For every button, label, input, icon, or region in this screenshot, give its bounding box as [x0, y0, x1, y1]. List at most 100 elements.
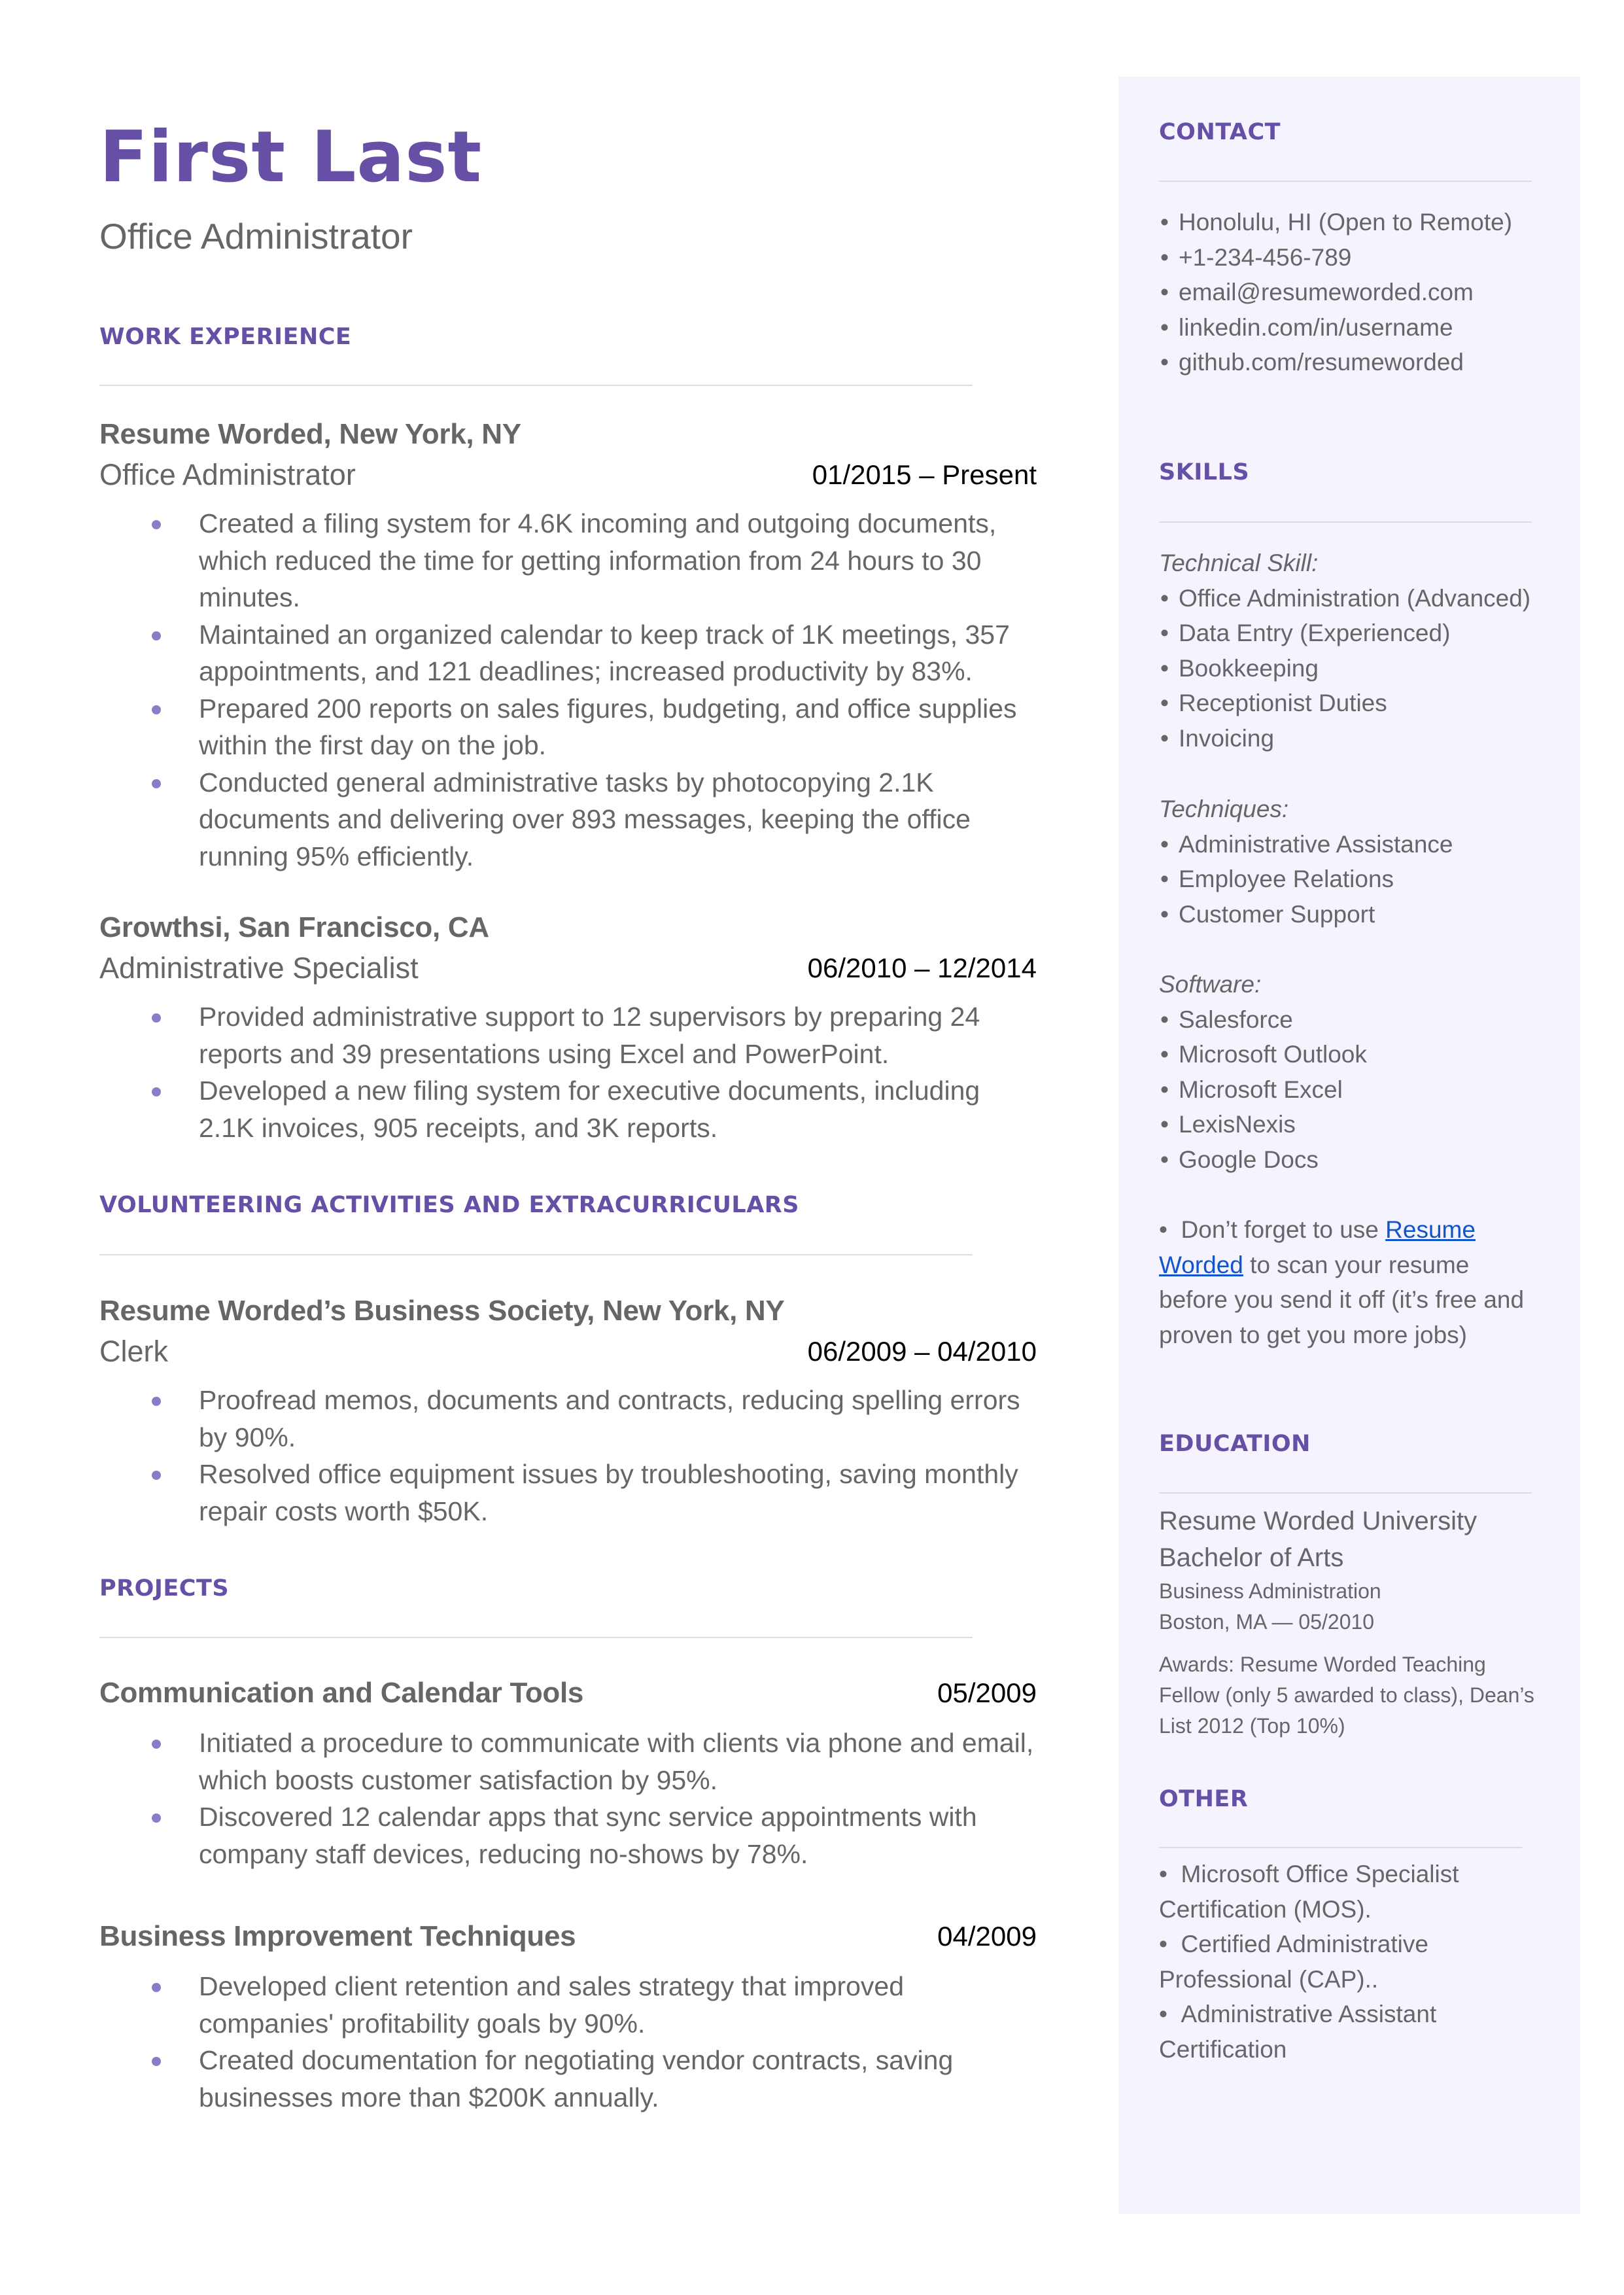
education-location-date: Boston, MA — 05/2010 [1159, 1610, 1375, 1634]
project-date: 05/2009 [937, 1677, 1037, 1708]
skill-item: • Office Administration (Advanced) [1159, 581, 1564, 616]
candidate-headline: Office Administrator [99, 216, 413, 256]
skill-item: • Administrative Assistance [1159, 827, 1564, 862]
skills-group-label: Technical Skill: [1159, 550, 1319, 576]
project-entry: Business Improvement Techniques 04/2009 … [99, 1918, 1037, 2116]
section-divider [99, 385, 973, 386]
skills-group-techniques: Techniques: • Administrative Assistance •… [1159, 792, 1564, 932]
project-bullet: Developed client retention and sales str… [99, 1968, 1037, 2042]
volunteer-dates: 06/2009 – 04/2010 [807, 1336, 1037, 1367]
section-divider [1159, 1492, 1532, 1494]
skill-item: • Invoicing [1159, 721, 1564, 756]
section-title-volunteering: VOLUNTEERING ACTIVITIES AND EXTRACURRICU… [99, 1192, 799, 1218]
skill-item: • Microsoft Excel [1159, 1072, 1564, 1108]
project-name: Business Improvement Techniques [99, 1920, 576, 1952]
bullet-dot-icon [152, 2057, 161, 2066]
section-title-skills: SKILLS [1159, 459, 1250, 485]
bullet-dot-icon [152, 779, 161, 788]
project-name: Communication and Calendar Tools [99, 1677, 584, 1709]
job-bullets: Provided administrative support to 12 su… [99, 998, 1037, 1146]
job-bullet: Provided administrative support to 12 su… [99, 998, 1037, 1072]
job-dates: 01/2015 – Present [812, 459, 1037, 490]
job-bullet: Prepared 200 reports on sales figures, b… [99, 690, 1037, 764]
skills-group-software: Software: • Salesforce • Microsoft Outlook… [1159, 967, 1564, 1178]
project-date: 04/2009 [937, 1921, 1037, 1952]
contact-location: • Honolulu, HI (Open to Remote) [1159, 205, 1551, 240]
bullet-icon: • [1160, 1041, 1169, 1068]
bullet-icon: • [1159, 1216, 1167, 1243]
bullet-dot-icon [152, 1471, 161, 1480]
skill-item: • Customer Support [1159, 897, 1564, 932]
bullet-icon: • [1160, 313, 1169, 341]
bullet-dot-icon [152, 1813, 161, 1823]
project-bullet: Created documentation for negotiating ve… [99, 2042, 1037, 2116]
bullet-icon: • [1160, 830, 1169, 858]
bullet-icon: • [1160, 1076, 1169, 1103]
job-role: Administrative Specialist [99, 951, 419, 985]
project-bullet: Initiated a procedure to communicate wit… [99, 1725, 1037, 1798]
job-role: Office Administrator [99, 458, 356, 491]
job-dates: 06/2010 – 12/2014 [807, 953, 1037, 983]
section-title-contact: CONTACT [1159, 119, 1281, 145]
bullet-icon: • [1160, 690, 1169, 717]
job-org: Resume Worded, New York, NY [99, 418, 521, 450]
bullet-icon: • [1160, 1146, 1169, 1173]
volunteer-role: Clerk [99, 1335, 169, 1368]
bullet-icon: • [1159, 2001, 1167, 2028]
bullet-icon: • [1160, 724, 1169, 752]
education-awards: Awards: Resume Worded Teaching Fellow (o… [1159, 1653, 1534, 1738]
bullet-icon: • [1160, 279, 1169, 306]
bullet-dot-icon [152, 1013, 161, 1023]
bullet-dot-icon [152, 1983, 161, 1992]
skill-item: • Receptionist Duties [1159, 686, 1564, 721]
section-divider [1159, 521, 1532, 523]
job-entry: Resume Worded, New York, NY Office Admin… [99, 416, 1037, 875]
section-divider [1159, 181, 1532, 182]
education-school: Resume Worded University [1159, 1507, 1477, 1535]
bullet-icon: • [1160, 584, 1169, 612]
bullet-icon: • [1159, 1861, 1167, 1887]
bullet-icon: • [1160, 654, 1169, 682]
volunteer-bullet: Resolved office equipment issues by trou… [99, 1456, 1037, 1530]
bullet-icon: • [1160, 1006, 1169, 1033]
job-bullets: Created a filing system for 4.6K incomin… [99, 505, 1037, 875]
skill-item: • Data Entry (Experienced) [1159, 616, 1564, 651]
job-bullet: Developed a new filing system for execut… [99, 1072, 1037, 1146]
project-bullet: Discovered 12 calendar apps that sync se… [99, 1798, 1037, 1872]
bullet-dot-icon [152, 705, 161, 714]
job-bullet: Maintained an organized calendar to keep… [99, 616, 1037, 690]
bullet-icon: • [1160, 620, 1169, 647]
contact-email[interactable]: • email@resumeworded.com [1159, 275, 1551, 310]
skills-group-technical: Technical Skill: • Office Administration … [1159, 546, 1564, 756]
other-item: • Microsoft Office Specialist Certificat… [1159, 1861, 1459, 1923]
section-divider [99, 1254, 973, 1255]
contact-github[interactable]: • github.com/resumeworded [1159, 345, 1551, 380]
bullet-icon: • [1160, 349, 1169, 376]
contact-phone: • +1-234-456-789 [1159, 240, 1551, 275]
skill-item: • Employee Relations [1159, 862, 1564, 897]
bullet-icon: • [1160, 900, 1169, 928]
contact-linkedin[interactable]: • linkedin.com/in/username [1159, 310, 1551, 345]
project-bullets: Initiated a procedure to communicate wit… [99, 1725, 1037, 1872]
candidate-name: First Last [99, 116, 483, 198]
project-bullets: Developed client retention and sales str… [99, 1968, 1037, 2116]
section-title-projects: PROJECTS [99, 1575, 230, 1602]
volunteer-entry: Resume Worded’s Business Society, New Yo… [99, 1293, 1037, 1530]
skills-group-label: Techniques: [1159, 796, 1289, 822]
skill-item: • Bookkeeping [1159, 651, 1564, 686]
bullet-dot-icon [152, 631, 161, 640]
bullet-dot-icon [152, 1397, 161, 1406]
job-org: Growthsi, San Francisco, CA [99, 911, 489, 943]
section-divider [1159, 1847, 1522, 1848]
skill-item: • Microsoft Outlook [1159, 1037, 1564, 1072]
skill-item: • Google Docs [1159, 1142, 1564, 1178]
volunteer-org: Resume Worded’s Business Society, New Yo… [99, 1295, 785, 1327]
bullet-icon: • [1160, 209, 1169, 236]
section-divider [99, 1637, 973, 1638]
bullet-icon: • [1160, 866, 1169, 893]
skill-item: • Salesforce [1159, 1002, 1564, 1038]
education-degree: Bachelor of Arts [1159, 1543, 1344, 1572]
education-entry: Resume Worded University Bachelor of Art… [1159, 1503, 1538, 1742]
bullet-dot-icon [152, 520, 161, 529]
contact-list: • Honolulu, HI (Open to Remote) • +1-234-4… [1159, 205, 1551, 380]
